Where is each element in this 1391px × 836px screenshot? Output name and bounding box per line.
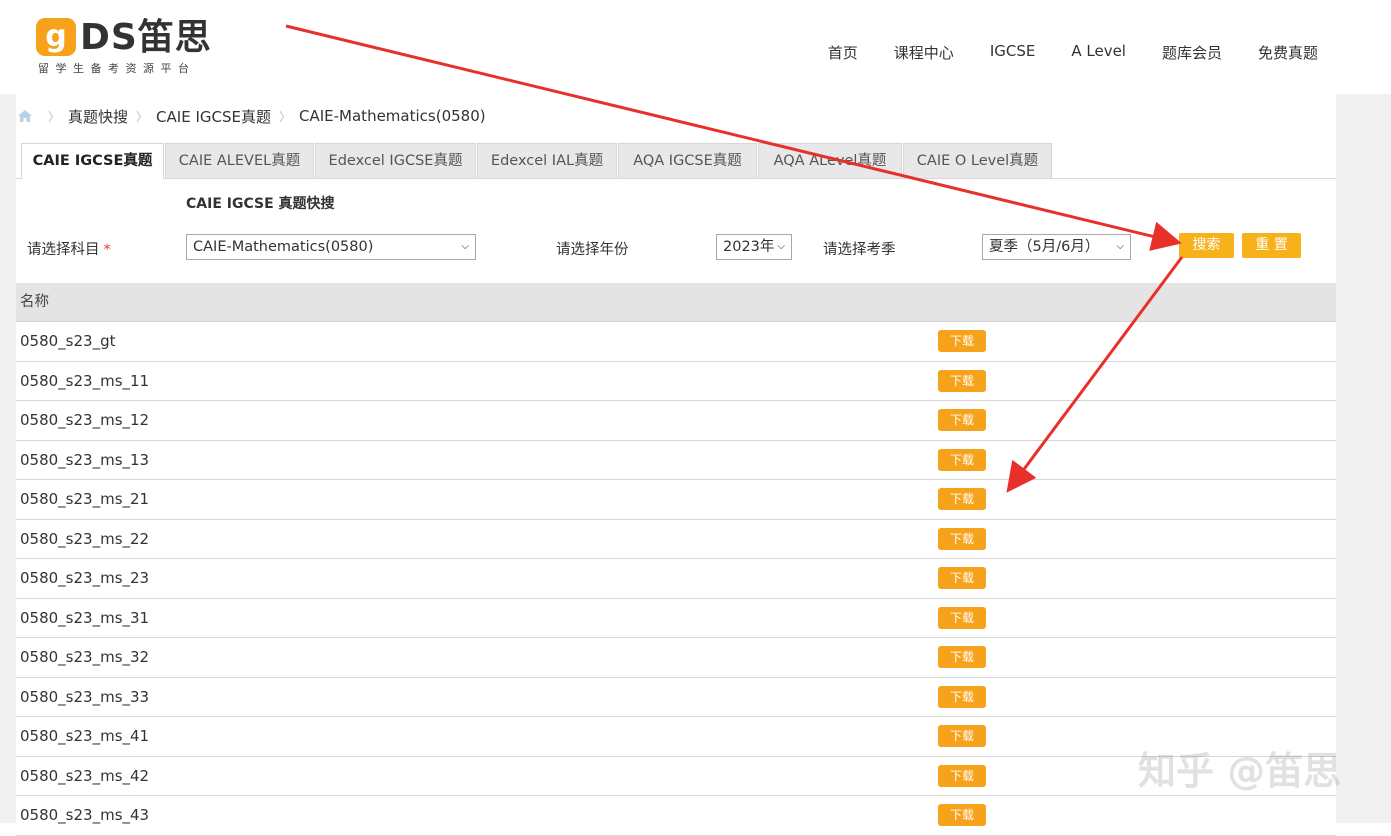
subject-label: 请选择科目 * bbox=[27, 238, 111, 259]
exam-board-tabs: CAIE IGCSE真题 CAIE ALEVEL真题 Edexcel IGCSE… bbox=[16, 143, 1336, 179]
tab-caie-alevel[interactable]: CAIE ALEVEL真题 bbox=[165, 143, 314, 178]
nav-courses[interactable]: 课程中心 bbox=[894, 42, 954, 63]
search-form-title: CAIE IGCSE 真题快搜 bbox=[186, 196, 335, 212]
download-button[interactable]: 下载 bbox=[938, 527, 986, 550]
breadcrumb: 〉 真题快搜 〉 CAIE IGCSE真题 〉 CAIE-Mathematics… bbox=[18, 106, 486, 126]
nav-alevel[interactable]: A Level bbox=[1071, 42, 1126, 63]
chevron-down-icon: ⌵ bbox=[461, 241, 469, 252]
file-name: 0580_s23_ms_13 bbox=[20, 450, 150, 469]
download-button[interactable]: 下载 bbox=[938, 369, 986, 392]
download-button[interactable]: 下载 bbox=[938, 764, 986, 787]
season-select[interactable]: 夏季（5月/6月） ⌵ bbox=[982, 234, 1131, 260]
download-button[interactable]: 下载 bbox=[938, 646, 986, 668]
table-row: 0580_s23_ms_11 下载 bbox=[16, 362, 1336, 401]
chevron-right-icon: 〉 bbox=[278, 109, 291, 124]
nav-home[interactable]: 首页 bbox=[828, 42, 858, 63]
tab-aqa-igcse[interactable]: AQA IGCSE真题 bbox=[618, 143, 757, 178]
download-button[interactable]: 下载 bbox=[938, 685, 986, 708]
logo-tagline: 留学生备考资源平台 bbox=[38, 62, 196, 75]
site-header: g DS笛思 留学生备考资源平台 首页 课程中心 IGCSE A Level 题… bbox=[0, 0, 1391, 94]
chevron-down-icon: ⌵ bbox=[777, 241, 785, 252]
subject-select-value: CAIE-Mathematics(0580) bbox=[193, 239, 374, 255]
season-label: 请选择考季 bbox=[823, 242, 896, 258]
table-row: 0580_s23_gt 下载 bbox=[16, 322, 1336, 362]
watermark: 知乎 @笛思 bbox=[1138, 749, 1342, 793]
download-button[interactable]: 下载 bbox=[938, 409, 986, 431]
file-name: 0580_s23_ms_11 bbox=[20, 371, 150, 390]
tab-aqa-alevel[interactable]: AQA ALevel真题 bbox=[758, 143, 902, 178]
season-select-value: 夏季（5月/6月） bbox=[989, 239, 1100, 255]
chevron-down-icon: ⌵ bbox=[1116, 241, 1124, 252]
tab-edexcel-igcse[interactable]: Edexcel IGCSE真题 bbox=[315, 143, 476, 178]
download-button[interactable]: 下载 bbox=[938, 448, 986, 471]
download-button[interactable]: 下载 bbox=[938, 606, 986, 629]
file-name: 0580_s23_ms_32 bbox=[20, 648, 150, 666]
reset-button[interactable]: 重 置 bbox=[1242, 233, 1301, 258]
download-button[interactable]: 下载 bbox=[938, 567, 986, 589]
file-name: 0580_s23_ms_31 bbox=[20, 608, 150, 627]
nav-igcse[interactable]: IGCSE bbox=[990, 42, 1036, 63]
tab-caie-olevel[interactable]: CAIE O Level真题 bbox=[903, 143, 1052, 178]
search-button[interactable]: 搜索 bbox=[1179, 233, 1234, 258]
breadcrumb-item[interactable]: CAIE-Mathematics(0580) bbox=[299, 107, 486, 125]
logo-text: DS笛思 bbox=[80, 17, 212, 58]
subject-label-text: 请选择科目 bbox=[27, 242, 100, 258]
download-button[interactable]: 下载 bbox=[938, 330, 986, 352]
table-row: 0580_s23_ms_33 下载 bbox=[16, 678, 1336, 717]
nav-membership[interactable]: 题库会员 bbox=[1162, 42, 1222, 63]
tab-edexcel-ial[interactable]: Edexcel IAL真题 bbox=[477, 143, 617, 178]
logo-mark: g bbox=[36, 18, 76, 56]
table-header: 名称 bbox=[16, 283, 1336, 322]
tab-caie-igcse[interactable]: CAIE IGCSE真题 bbox=[21, 143, 164, 179]
file-name: 0580_s23_ms_22 bbox=[20, 529, 150, 548]
file-name: 0580_s23_ms_33 bbox=[20, 687, 150, 706]
file-name: 0580_s23_ms_23 bbox=[20, 569, 150, 587]
nav-free-papers[interactable]: 免费真题 bbox=[1258, 42, 1318, 63]
breadcrumb-item[interactable]: 真题快搜 bbox=[68, 106, 128, 127]
file-name: 0580_s23_ms_12 bbox=[20, 411, 150, 429]
table-row: 0580_s23_ms_22 下载 bbox=[16, 520, 1336, 559]
file-name: 0580_s23_gt bbox=[20, 332, 116, 350]
year-select-value: 2023年 bbox=[723, 239, 775, 255]
year-select[interactable]: 2023年 ⌵ bbox=[716, 234, 792, 260]
table-row: 0580_s23_ms_23 下载 bbox=[16, 559, 1336, 599]
home-icon[interactable] bbox=[18, 110, 32, 122]
breadcrumb-item[interactable]: CAIE IGCSE真题 bbox=[156, 106, 271, 127]
table-row: 0580_s23_ms_31 下载 bbox=[16, 599, 1336, 638]
required-mark: * bbox=[103, 242, 111, 258]
main-nav: 首页 课程中心 IGCSE A Level 题库会员 免费真题 bbox=[792, 42, 1318, 63]
table-row: 0580_s23_ms_43 下载 bbox=[16, 796, 1336, 836]
table-row: 0580_s23_ms_12 下载 bbox=[16, 401, 1336, 441]
file-name: 0580_s23_ms_43 bbox=[20, 806, 150, 824]
table-row: 0580_s23_ms_21 下载 bbox=[16, 480, 1336, 520]
table-row: 0580_s23_ms_32 下载 bbox=[16, 638, 1336, 678]
subject-select[interactable]: CAIE-Mathematics(0580) ⌵ bbox=[186, 234, 476, 260]
year-label: 请选择年份 bbox=[556, 242, 629, 258]
site-logo[interactable]: g DS笛思 留学生备考资源平台 bbox=[36, 16, 236, 76]
file-name: 0580_s23_ms_41 bbox=[20, 727, 150, 745]
download-button[interactable]: 下载 bbox=[938, 725, 986, 747]
chevron-right-icon: 〉 bbox=[48, 109, 61, 124]
download-button[interactable]: 下载 bbox=[938, 488, 986, 510]
table-row: 0580_s23_ms_13 下载 bbox=[16, 441, 1336, 480]
file-name: 0580_s23_ms_42 bbox=[20, 766, 150, 785]
file-name: 0580_s23_ms_21 bbox=[20, 490, 150, 508]
chevron-right-icon: 〉 bbox=[136, 109, 149, 124]
